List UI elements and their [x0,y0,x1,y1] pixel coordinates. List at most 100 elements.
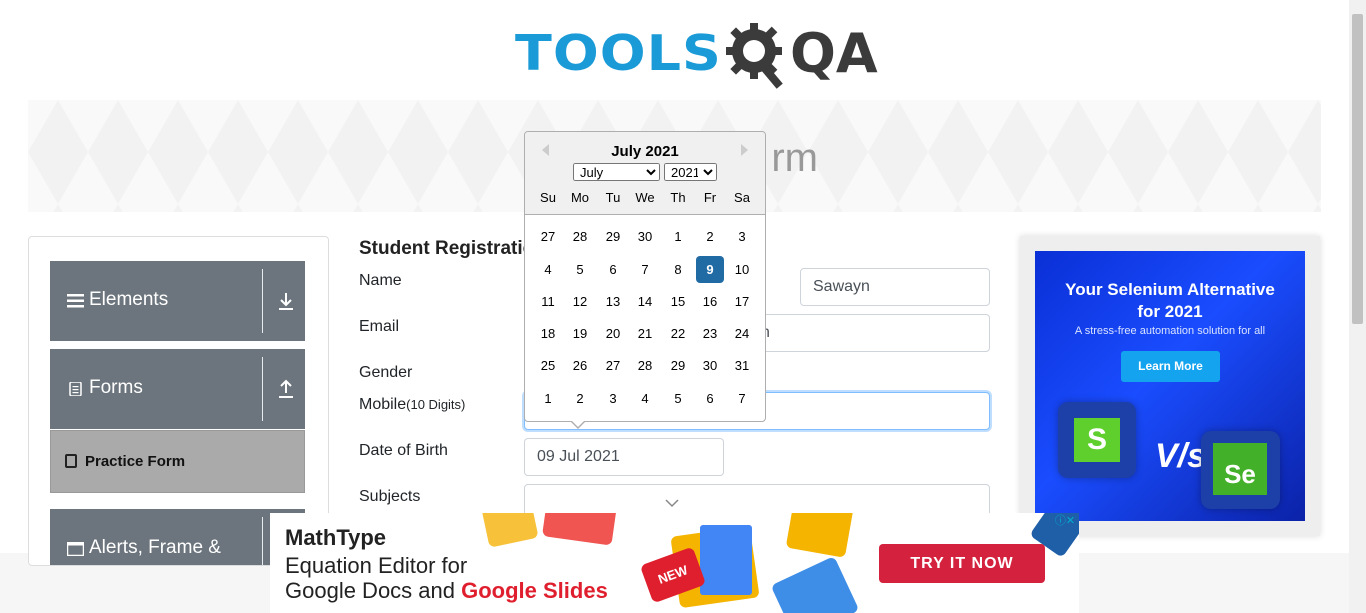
datepicker-header: July 2021 July 2021 Su Mo Tu We Th Fr Sa [525,132,765,215]
calendar-day[interactable]: 7 [728,385,756,412]
calendar-day[interactable]: 29 [664,352,692,379]
form-icon [65,454,77,468]
menu-icon [67,294,84,308]
nav-group-label: Alerts, Frame & [89,537,221,558]
calendar-day[interactable]: 23 [696,320,724,347]
selenium-logo: Se [1213,443,1267,495]
calendar-day[interactable]: 6 [599,256,627,283]
datepicker-popup: July 2021 July 2021 Su Mo Tu We Th Fr Sa 27 28 2… [524,131,766,429]
date-of-birth-input[interactable]: 09 Jul 2021 [524,438,724,476]
chevron-down-icon[interactable] [665,498,679,508]
mathtype-brand: MathType [285,525,387,550]
calendar-day[interactable]: 15 [664,288,692,315]
last-name-input[interactable]: Sawayn [800,268,990,306]
calendar-day[interactable]: 16 [696,288,724,315]
calendar-day[interactable]: 26 [566,352,594,379]
calendar-day[interactable]: 3 [599,385,627,412]
calendar-day[interactable]: 5 [664,385,692,412]
katalon-logo-box: S [1058,402,1136,478]
form-title: Student Registratio [359,238,535,259]
day-name-header: Fr [703,190,717,205]
calendar-day[interactable]: 17 [728,288,756,315]
calendar-day[interactable]: 2 [696,223,724,250]
calendar-day[interactable]: 12 [566,288,594,315]
calendar-day[interactable]: 22 [664,320,692,347]
nav-group-label: Elements [89,289,169,310]
calendar-day[interactable]: 7 [631,256,659,283]
calendar-day[interactable]: 29 [599,223,627,250]
calendar-day[interactable]: 27 [534,223,562,250]
ad-tile [542,513,618,546]
versus-text: V/s [1155,437,1207,475]
subjects-input[interactable] [524,484,990,516]
calendar-day[interactable]: 1 [664,223,692,250]
nav-item-practice-form[interactable]: Practice Form [50,430,305,493]
right-ad[interactable]: Your Selenium Alternative for 2021 A stre… [1035,251,1305,521]
calendar-day[interactable]: 2 [566,385,594,412]
bottom-ad[interactable]: NEW MathType Equation Editor for Google … [270,513,1079,613]
calendar-day[interactable]: 24 [728,320,756,347]
logo-tools-text: TOOLS [515,25,722,82]
nav-group-alerts[interactable]: Alerts, Frame & [50,509,305,565]
calendar-day[interactable]: 6 [696,385,724,412]
calendar-day[interactable]: 18 [534,320,562,347]
nav-item-label: Practice Form [85,453,186,470]
calendar-day[interactable]: 30 [696,352,724,379]
nav-group-elements[interactable]: Elements [50,261,305,341]
next-month-arrow-icon[interactable] [741,144,748,156]
download-arrow-icon[interactable] [278,291,294,311]
calendar-day[interactable]: 25 [534,352,562,379]
divider [262,517,263,565]
nav-group-label: Forms [89,377,143,398]
day-name-header: We [635,190,655,205]
calendar-day[interactable]: 14 [631,288,659,315]
day-name-header: Sa [734,190,750,205]
try-it-now-button[interactable]: TRY IT NOW [879,544,1045,583]
month-select[interactable]: July [573,163,660,181]
calendar-day[interactable]: 28 [566,223,594,250]
upload-arrow-icon[interactable] [278,379,294,399]
calendar-day[interactable]: 19 [566,320,594,347]
datepicker-pointer-fill [571,420,585,427]
adchoices-close-icon[interactable]: ⓘ✕ [1051,513,1079,529]
day-name-header: Mo [570,190,590,205]
divider [262,269,263,333]
katalon-logo: S [1074,418,1120,462]
name-label: Name [359,272,402,289]
divider [262,357,263,421]
ad-line-2: Google Docs and Google Slides [285,578,608,604]
vertical-scrollbar[interactable] [1349,0,1366,613]
learn-more-button[interactable]: Learn More [1121,351,1220,382]
current-month-label: July 2021 [611,143,679,160]
calendar-day[interactable]: 20 [599,320,627,347]
calendar-day[interactable]: 21 [631,320,659,347]
email-input[interactable]: n [740,314,990,352]
calendar-day[interactable]: 30 [631,223,659,250]
ad-tile [770,556,860,613]
calendar-day[interactable]: 4 [631,385,659,412]
calendar-day[interactable]: 1 [534,385,562,412]
calendar-day[interactable]: 27 [599,352,627,379]
calendar-day[interactable]: 3 [728,223,756,250]
calendar-day[interactable]: 31 [728,352,756,379]
document-icon [69,382,82,396]
calendar-day[interactable]: 13 [599,288,627,315]
nav-group-forms[interactable]: Forms [50,349,305,429]
ad-line-2-a: Google Docs and [285,578,462,603]
calendar-day[interactable]: 8 [664,256,692,283]
logo-qa-text: QA [789,22,878,85]
window-icon [67,542,84,556]
selenium-logo-box: Se [1201,431,1280,509]
scrollbar-thumb[interactable] [1352,14,1363,324]
calendar-day[interactable]: 5 [566,256,594,283]
calendar-day[interactable]: 28 [631,352,659,379]
toolsqa-logo[interactable]: TOOLS QA [515,14,878,94]
year-select[interactable]: 2021 [664,163,717,181]
selected-day[interactable]: 9 [696,256,724,283]
day-name-header: Su [540,190,556,205]
calendar-day[interactable]: 4 [534,256,562,283]
calendar-day[interactable]: 11 [534,288,562,315]
google-docs-icon [700,525,752,595]
calendar-day[interactable]: 10 [728,256,756,283]
mobile-label: Mobile(10 Digits) [359,396,465,414]
